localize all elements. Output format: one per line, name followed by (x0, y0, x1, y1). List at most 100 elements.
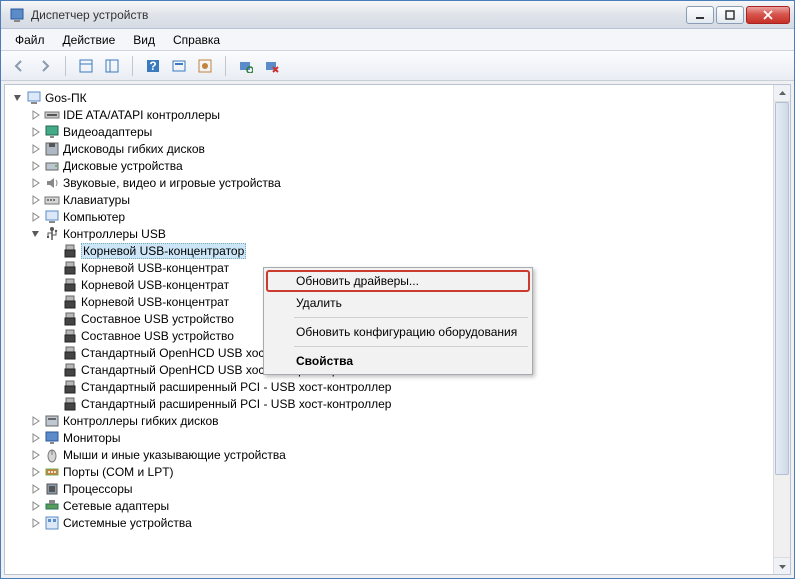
back-button[interactable] (7, 54, 31, 78)
expander-icon[interactable] (47, 295, 61, 309)
menu-view[interactable]: Вид (125, 31, 163, 49)
menu-help[interactable]: Справка (165, 31, 228, 49)
close-button[interactable] (746, 6, 790, 24)
tb-action2-icon[interactable] (193, 54, 217, 78)
expander-icon[interactable] (47, 363, 61, 377)
help-icon[interactable]: ? (141, 54, 165, 78)
category-node[interactable]: Звуковые, видео и игровые устройства (7, 174, 771, 191)
usb-device-node[interactable]: Стандартный расширенный PCI - USB хост-к… (7, 378, 771, 395)
expander-icon[interactable] (29, 193, 43, 207)
scroll-thumb[interactable] (775, 102, 789, 475)
expander-icon[interactable] (47, 278, 61, 292)
context-menu-item[interactable]: Обновить конфигурацию оборудования (266, 321, 530, 343)
tree-node-label: Стандартный расширенный PCI - USB хост-к… (81, 380, 391, 394)
window-title: Диспетчер устройств (31, 8, 686, 22)
scroll-track[interactable] (774, 102, 790, 557)
tree-node-label: Корневой USB-концентрат (81, 261, 229, 275)
category-node[interactable]: Мыши и иные указывающие устройства (7, 446, 771, 463)
expander-icon[interactable] (29, 159, 43, 173)
context-menu-item[interactable]: Свойства (266, 350, 530, 372)
expander-icon[interactable] (29, 516, 43, 530)
usb-icon (62, 260, 78, 276)
expander-icon[interactable] (29, 125, 43, 139)
tree-node-label: Стандартный расширенный PCI - USB хост-к… (81, 397, 391, 411)
forward-button[interactable] (33, 54, 57, 78)
expander-icon[interactable] (29, 227, 43, 241)
category-node[interactable]: Компьютер (7, 208, 771, 225)
expander-icon[interactable] (47, 261, 61, 275)
floppy-icon (44, 141, 60, 157)
root-node[interactable]: Gos-ПК (7, 89, 771, 106)
tree-node-label: Мониторы (63, 431, 120, 445)
expander-icon[interactable] (29, 482, 43, 496)
usb-icon (62, 311, 78, 327)
expander-icon[interactable] (29, 210, 43, 224)
category-node[interactable]: Видеоадаптеры (7, 123, 771, 140)
usb-cat-icon (44, 226, 60, 242)
context-menu-item[interactable]: Удалить (266, 292, 530, 314)
vertical-scrollbar[interactable] (773, 85, 790, 574)
expander-icon[interactable] (47, 397, 61, 411)
expander-icon[interactable] (29, 176, 43, 190)
tree-node-label: Дисковые устройства (63, 159, 183, 173)
expander-icon[interactable] (29, 431, 43, 445)
port-icon (44, 464, 60, 480)
tree-node-label: Звуковые, видео и игровые устройства (63, 176, 281, 190)
maximize-button[interactable] (716, 6, 744, 24)
category-node[interactable]: Порты (COM и LPT) (7, 463, 771, 480)
tree-node-label: Gos-ПК (45, 91, 87, 105)
monitor-icon (44, 430, 60, 446)
menu-action[interactable]: Действие (55, 31, 124, 49)
tree-node-label: Мыши и иные указывающие устройства (63, 448, 286, 462)
category-usb[interactable]: Контроллеры USB (7, 225, 771, 242)
tree-node-label: Системные устройства (63, 516, 192, 530)
category-node[interactable]: Системные устройства (7, 514, 771, 531)
expander-icon[interactable] (47, 346, 61, 360)
category-node[interactable]: Клавиатуры (7, 191, 771, 208)
tb-view1-icon[interactable] (74, 54, 98, 78)
uninstall-icon[interactable] (260, 54, 284, 78)
category-node[interactable]: Дисководы гибких дисков (7, 140, 771, 157)
app-icon (9, 7, 25, 23)
category-node[interactable]: IDE ATA/ATAPI контроллеры (7, 106, 771, 123)
system-icon (44, 515, 60, 531)
titlebar[interactable]: Диспетчер устройств (1, 1, 794, 29)
context-separator (294, 346, 528, 347)
scroll-down-button[interactable] (774, 557, 790, 574)
svg-text:?: ? (149, 59, 156, 73)
usb-icon (62, 396, 78, 412)
usb-device-node[interactable]: Корневой USB-концентратор (7, 242, 771, 259)
minimize-button[interactable] (686, 6, 714, 24)
category-node[interactable]: Процессоры (7, 480, 771, 497)
category-node[interactable]: Мониторы (7, 429, 771, 446)
expander-icon[interactable] (29, 142, 43, 156)
expander-icon[interactable] (29, 465, 43, 479)
expander-icon[interactable] (47, 329, 61, 343)
expander-icon[interactable] (47, 380, 61, 394)
scroll-up-button[interactable] (774, 85, 790, 102)
expander-icon[interactable] (47, 244, 61, 258)
mouse-icon (44, 447, 60, 463)
expander-icon[interactable] (29, 499, 43, 513)
context-separator (294, 317, 528, 318)
device-manager-window: Диспетчер устройств Файл Действие Вид Сп… (0, 0, 795, 579)
network-icon (44, 498, 60, 514)
tree-node-label: IDE ATA/ATAPI контроллеры (63, 108, 220, 122)
context-menu-item[interactable]: Обновить драйверы... (266, 270, 530, 292)
expander-icon[interactable] (47, 312, 61, 326)
expander-icon[interactable] (11, 91, 25, 105)
scan-hardware-icon[interactable] (234, 54, 258, 78)
cpu-icon (44, 481, 60, 497)
expander-icon[interactable] (29, 108, 43, 122)
disk-icon (44, 158, 60, 174)
tb-view2-icon[interactable] (100, 54, 124, 78)
category-node[interactable]: Контроллеры гибких дисков (7, 412, 771, 429)
category-node[interactable]: Дисковые устройства (7, 157, 771, 174)
expander-icon[interactable] (29, 448, 43, 462)
category-node[interactable]: Сетевые адаптеры (7, 497, 771, 514)
tree-node-label: Составное USB устройство (81, 312, 234, 326)
expander-icon[interactable] (29, 414, 43, 428)
tb-action1-icon[interactable] (167, 54, 191, 78)
menu-file[interactable]: Файл (7, 31, 53, 49)
usb-device-node[interactable]: Стандартный расширенный PCI - USB хост-к… (7, 395, 771, 412)
